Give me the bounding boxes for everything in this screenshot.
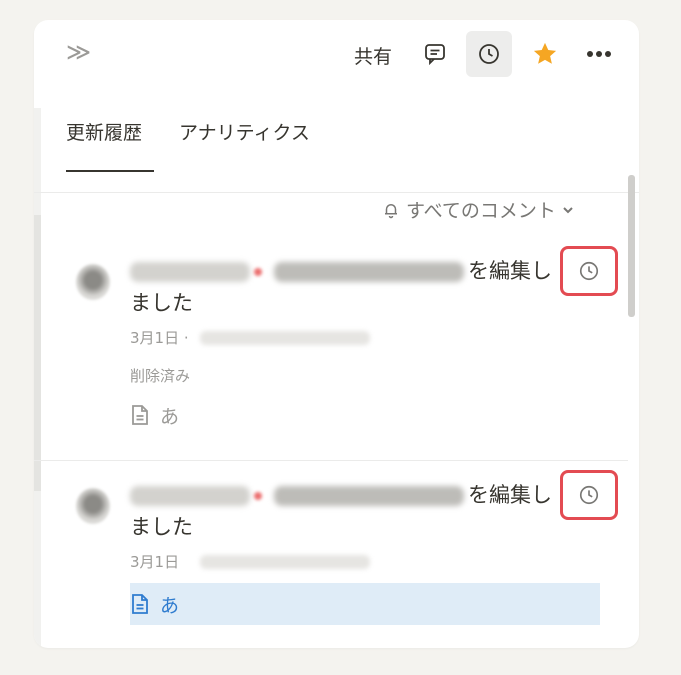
- tab-update-history[interactable]: 更新履歴: [66, 118, 142, 145]
- clock-icon: [579, 485, 599, 505]
- blurred-user-name: [130, 262, 250, 282]
- blurred-meta: [200, 331, 370, 345]
- deleted-status: 削除済み: [130, 367, 191, 385]
- page-link-selected[interactable]: あ: [130, 583, 600, 625]
- blurred-page-name: [274, 262, 464, 282]
- top-toolbar: ≫ 共有: [34, 20, 639, 90]
- tab-bar: 更新履歴 アナリティクス: [34, 112, 639, 193]
- entry-date: 3月1日: [130, 553, 180, 571]
- clock-icon: [579, 261, 599, 281]
- comment-filter-label: すべてのコメント: [406, 200, 556, 222]
- blurred-user-name: [130, 486, 250, 506]
- clock-icon: [479, 44, 499, 64]
- tab-analytics[interactable]: アナリティクス: [179, 118, 310, 145]
- blurred-user-icon: [254, 492, 262, 500]
- active-tab-indicator: [66, 170, 154, 172]
- blurred-meta: [200, 555, 370, 569]
- entry-date: 3月1日 ·: [130, 329, 189, 347]
- restore-version-button[interactable]: [560, 246, 618, 296]
- bell-icon: [385, 203, 397, 218]
- blurred-page-name: [274, 486, 464, 506]
- history-panel: ≫ 共有 更新履歴 アナリティクス すべてのコメント を編集し ました 3月1日…: [34, 20, 639, 648]
- document-icon: [132, 405, 148, 425]
- avatar: [76, 264, 110, 300]
- comment-filter[interactable]: すべてのコメント: [382, 196, 574, 223]
- left-edge-shadow: [34, 215, 41, 491]
- edit-action-text: を編集し: [468, 259, 552, 283]
- edit-action-text: を編集し: [468, 483, 552, 507]
- divider: [34, 460, 628, 461]
- page-title: あ: [160, 405, 180, 428]
- page-title: あ: [160, 594, 180, 617]
- document-icon: [132, 594, 148, 614]
- avatar: [76, 488, 110, 524]
- double-chevron-right-icon[interactable]: ≫: [66, 40, 91, 64]
- more-horizontal-icon: [587, 51, 611, 57]
- comment-button[interactable]: [412, 31, 458, 77]
- blurred-user-icon: [254, 268, 262, 276]
- page-link[interactable]: あ: [130, 394, 600, 436]
- restore-version-button[interactable]: [560, 470, 618, 520]
- edit-action-text-cont: ました: [130, 291, 193, 315]
- history-button[interactable]: [466, 31, 512, 77]
- favorite-button[interactable]: [522, 31, 568, 77]
- comment-icon: [425, 44, 445, 66]
- scrollbar[interactable]: [628, 175, 635, 317]
- edit-action-text-cont: ました: [130, 515, 193, 539]
- more-options-button[interactable]: [576, 31, 622, 77]
- chevron-down-icon: [563, 206, 573, 213]
- star-icon: [533, 42, 557, 64]
- share-button[interactable]: 共有: [354, 42, 392, 69]
